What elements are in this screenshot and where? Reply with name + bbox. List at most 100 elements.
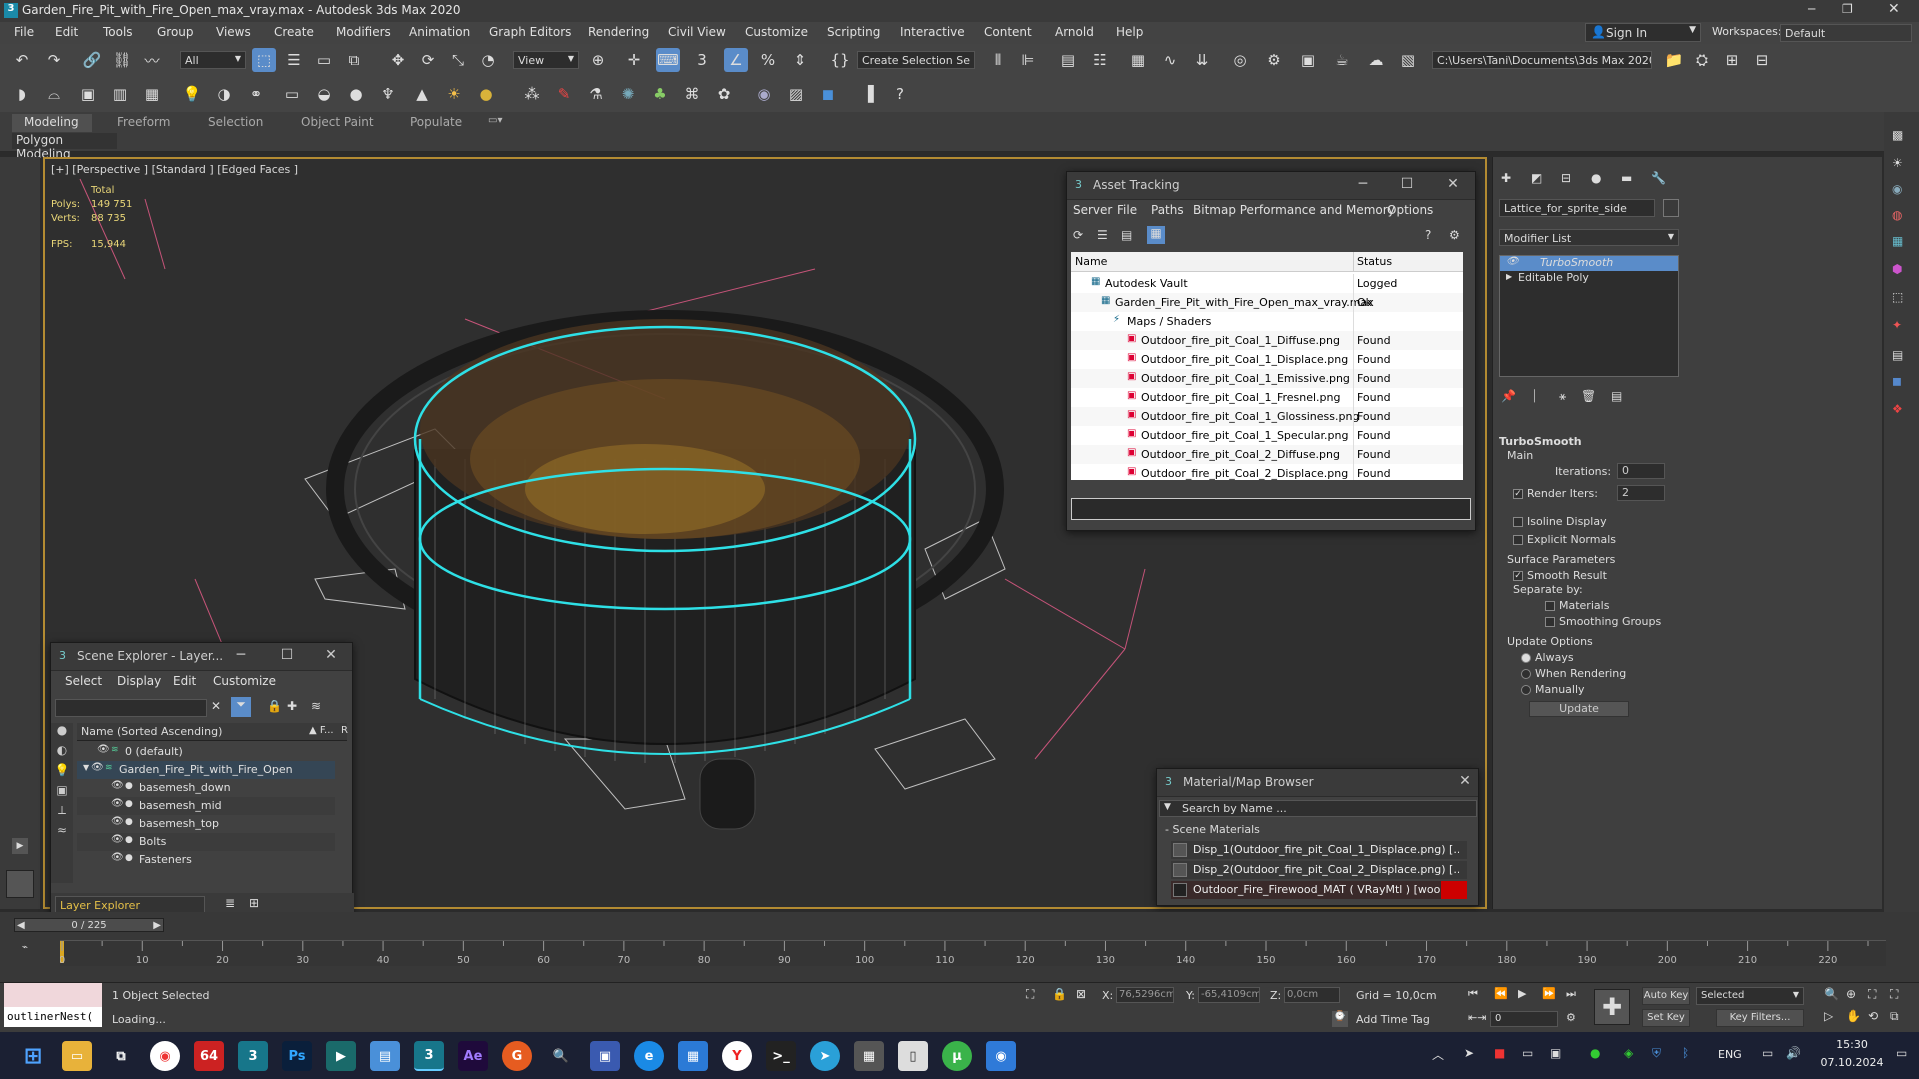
se-menu-edit[interactable]: Edit xyxy=(173,674,196,688)
vray-fur-icon[interactable]: ♆ xyxy=(376,82,400,106)
detail-view-icon[interactable]: ▤ xyxy=(1121,228,1132,242)
tray-red-icon[interactable]: ■ xyxy=(1494,1046,1505,1060)
render-icon[interactable]: ☕ xyxy=(1330,48,1354,72)
app-g-icon[interactable]: G xyxy=(502,1041,532,1071)
isoline-row[interactable]: Isoline Display xyxy=(1513,515,1607,528)
render-online-icon[interactable]: ☁ xyxy=(1364,48,1388,72)
maxscript-listener-white[interactable]: outlinerNest( xyxy=(4,1007,102,1027)
menu-tools[interactable]: Tools xyxy=(103,25,133,39)
menu-interactive[interactable]: Interactive xyxy=(900,25,965,39)
render-icon[interactable]: ❖ xyxy=(1892,402,1903,416)
project-new-icon[interactable]: ⊞ xyxy=(1720,48,1744,72)
modify-tab-icon[interactable]: ◩ xyxy=(1531,171,1542,185)
maxscript-listener-pink[interactable] xyxy=(4,983,102,1007)
select-manipulate-icon[interactable]: ✛ xyxy=(622,48,646,72)
col-name[interactable]: Name xyxy=(1075,255,1107,268)
eye-icon[interactable]: 👁 xyxy=(111,780,124,791)
menu-customize[interactable]: Customize xyxy=(745,25,808,39)
smoothing-groups-checkbox[interactable] xyxy=(1545,617,1555,627)
zoom-extents-icon[interactable]: ⛶ xyxy=(1868,987,1876,1002)
checker-icon[interactable]: ▩ xyxy=(1892,128,1903,142)
col-status[interactable]: Status xyxy=(1357,255,1392,268)
absolute-mode-icon[interactable]: ⊠ xyxy=(1076,987,1086,1001)
set-key-big-button[interactable]: ✚ xyxy=(1594,989,1630,1025)
notepad-icon[interactable]: ▤ xyxy=(370,1041,400,1071)
project-folder-icon[interactable]: 📁 xyxy=(1662,48,1686,72)
material-editor-icon[interactable]: ◎ xyxy=(1228,48,1252,72)
vray-clipper-icon[interactable]: ⚗ xyxy=(584,82,608,106)
tile-icon[interactable]: ▦ xyxy=(1892,234,1903,248)
tray-nvidia-icon[interactable]: ◈ xyxy=(1624,1046,1633,1060)
object-name-field[interactable]: Lattice_for_sprite_side xyxy=(1499,199,1655,217)
project-path-select[interactable]: C:\Users\Tani\Documents\3ds Max 2020 xyxy=(1432,51,1652,69)
materials-row[interactable]: Materials xyxy=(1545,599,1609,612)
asset-menu-bitmap[interactable]: Bitmap Performance and Memory xyxy=(1193,203,1395,217)
tray-bluetooth-icon[interactable]: ᛒ xyxy=(1682,1046,1689,1060)
menu-content[interactable]: Content xyxy=(984,25,1032,39)
scene-explorer-search[interactable] xyxy=(55,699,207,717)
eye-icon[interactable]: 👁 xyxy=(111,834,124,845)
curve-toggle-icon[interactable]: ⌁ xyxy=(22,942,28,953)
pivot-icon[interactable]: ⊕ xyxy=(586,48,610,72)
play-arrow-icon[interactable]: ▶ xyxy=(12,838,28,854)
signin-button[interactable]: 👤 Sign In ▼ xyxy=(1585,23,1701,42)
vray-sphere-icon[interactable]: ● xyxy=(344,82,368,106)
close-button[interactable]: ✕ xyxy=(321,647,341,665)
scene-explorer-row[interactable]: 👁 ● Fasteners xyxy=(77,851,335,869)
pan-icon[interactable]: ✋ xyxy=(1846,1009,1861,1023)
maximize-button[interactable]: ☐ xyxy=(1397,176,1417,194)
snaps-toggle-icon[interactable]: 3 xyxy=(690,48,714,72)
close-button[interactable]: ✕ xyxy=(1888,1,1900,17)
cube-icon[interactable]: ◼ xyxy=(1892,374,1902,388)
menu-views[interactable]: Views xyxy=(216,25,251,39)
orbit-icon[interactable]: ⟲ xyxy=(1868,1009,1878,1023)
make-unique-icon[interactable]: ⚹ xyxy=(1559,389,1566,404)
next-frame-icon[interactable]: ⏩ xyxy=(1542,987,1556,1000)
bind-spacewarp-icon[interactable]: 〰 xyxy=(140,48,164,72)
modifier-list-select[interactable]: Modifier List ▼ xyxy=(1499,229,1679,246)
display-none-icon[interactable]: ● xyxy=(51,723,73,743)
menu-help[interactable]: Help xyxy=(1116,25,1143,39)
col-freeze[interactable]: ▲ F... xyxy=(309,725,334,736)
configure-sets-icon[interactable]: ▤ xyxy=(1611,389,1622,403)
menu-file[interactable]: File xyxy=(14,25,34,39)
set-key-button[interactable]: Set Key xyxy=(1642,1009,1690,1027)
app-ribbon-icon[interactable]: ▶ xyxy=(326,1041,356,1071)
vray-lightmix-icon[interactable]: ⌘ xyxy=(680,82,704,106)
tray-chevron-icon[interactable]: ︿ xyxy=(1432,1046,1444,1063)
vray-plane-icon[interactable]: ▭ xyxy=(280,82,304,106)
col-name-sorted[interactable]: Name (Sorted Ascending) xyxy=(81,725,222,738)
render-iters-spinner[interactable]: 2 xyxy=(1617,485,1665,501)
save-app-icon[interactable]: ▣ xyxy=(590,1041,620,1071)
camera-app-icon[interactable]: ◉ xyxy=(986,1041,1016,1071)
vray-render-icon[interactable]: ▣ xyxy=(76,82,100,106)
asset-row[interactable]: ▣ Outdoor_fire_pit_Coal_1_Emissive.png Fou… xyxy=(1071,369,1463,388)
workspace-select[interactable]: Default xyxy=(1780,24,1912,42)
ref-coord-select[interactable]: View ▼ xyxy=(513,51,579,69)
rollout-title[interactable]: TurboSmooth xyxy=(1499,435,1582,448)
viewport-layout-icon[interactable] xyxy=(6,870,34,898)
auto-key-button[interactable]: Auto Key xyxy=(1642,987,1690,1005)
menu-animation[interactable]: Animation xyxy=(409,25,470,39)
after-effects-icon[interactable]: Ae xyxy=(458,1041,488,1071)
help-icon[interactable]: ? xyxy=(888,82,912,106)
tray-display-icon[interactable]: ▭ xyxy=(1522,1046,1533,1060)
remove-modifier-icon[interactable]: 🗑 xyxy=(1581,389,1596,403)
tray-language[interactable]: ENG xyxy=(1718,1048,1742,1061)
vray-frame-buffer-icon[interactable]: ▥ xyxy=(108,82,132,106)
3dsmax-icon[interactable]: 3 xyxy=(238,1041,268,1071)
menu-civil-view[interactable]: Civil View xyxy=(668,25,726,39)
render-iters-row[interactable]: ✓ Render Iters: xyxy=(1513,487,1598,500)
lock-icon[interactable]: 🔒 xyxy=(267,699,282,713)
vray-scatter-icon[interactable]: ✺ xyxy=(616,82,640,106)
col-render[interactable]: R xyxy=(341,725,348,736)
update-button[interactable]: Update xyxy=(1529,701,1629,717)
spinner-snap-icon[interactable]: ⇕ xyxy=(788,48,812,72)
x-field[interactable]: 76,5296cm xyxy=(1116,987,1174,1003)
add-time-tag[interactable]: Add Time Tag xyxy=(1356,1013,1430,1026)
smooth-result-row[interactable]: ✓ Smooth Result xyxy=(1513,569,1607,582)
when-rendering-radio[interactable] xyxy=(1521,669,1531,679)
scene-explorer-row[interactable]: 👁 ● basemesh_top xyxy=(77,815,335,833)
close-button[interactable]: ✕ xyxy=(1443,176,1463,194)
vray-ambient-icon[interactable]: ⚭ xyxy=(244,82,268,106)
